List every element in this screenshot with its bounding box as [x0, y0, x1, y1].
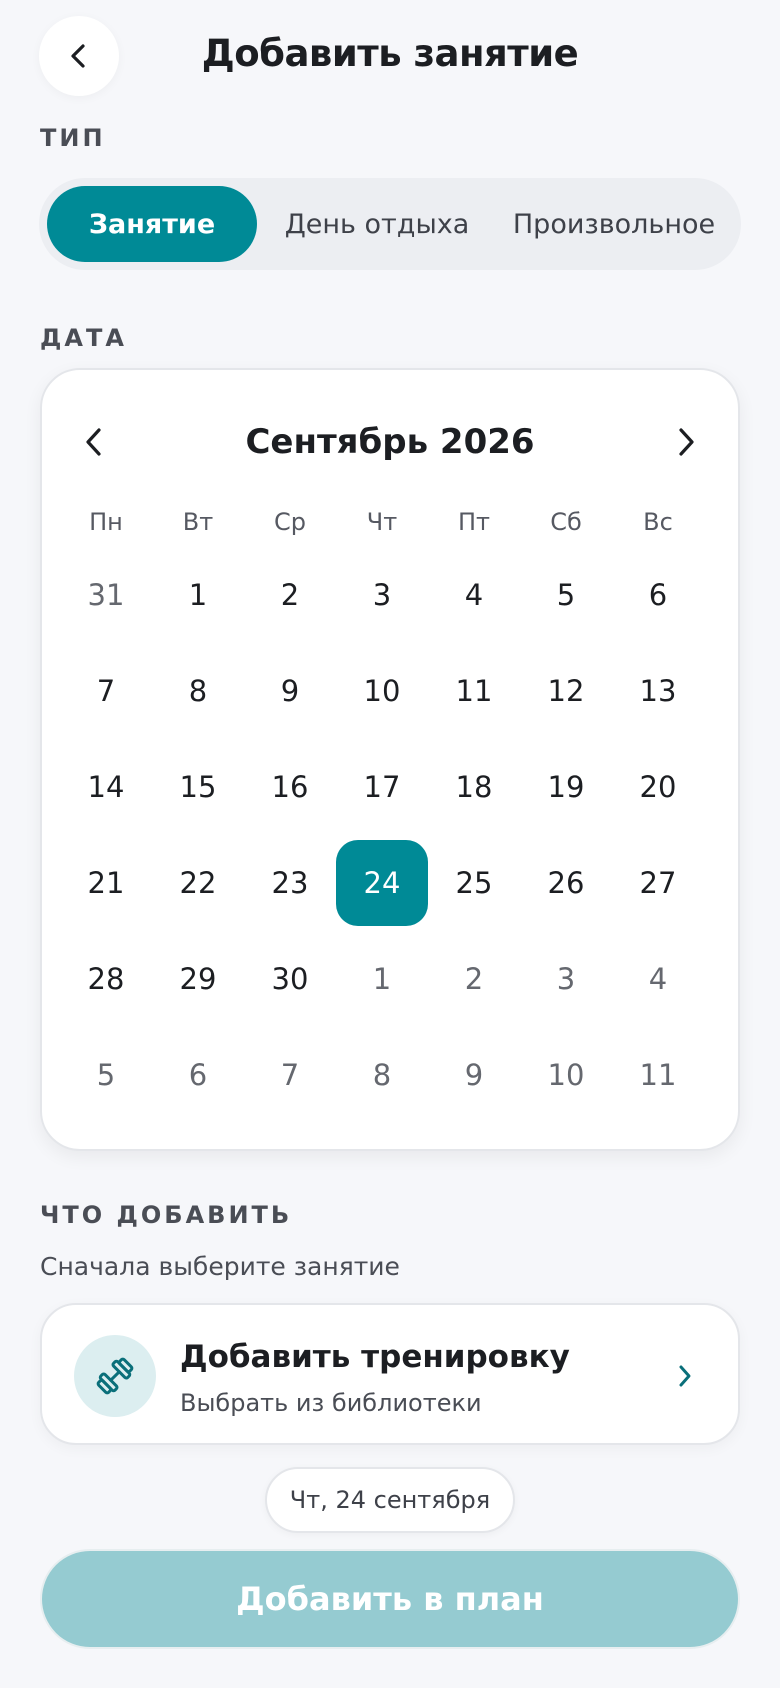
type-option-rest-day[interactable]: День отдыха: [261, 186, 493, 262]
add-workout-subtitle: Выбрать из библиотеки: [180, 1389, 482, 1417]
add-activity-screen: Добавить занятие ТИП Занятие День отдыха…: [0, 0, 780, 1688]
calendar-day-outside-month[interactable]: 4: [612, 936, 704, 1022]
calendar-day[interactable]: 29: [152, 936, 244, 1022]
add-to-plan-button[interactable]: Добавить в план: [40, 1549, 740, 1649]
calendar-day[interactable]: 13: [612, 648, 704, 734]
add-workout-title: Добавить тренировку: [180, 1339, 570, 1375]
calendar-day-outside-month[interactable]: 3: [520, 936, 612, 1022]
calendar-day-outside-month[interactable]: 2: [428, 936, 520, 1022]
calendar-day[interactable]: 21: [60, 840, 152, 926]
weekday-label: Вт: [182, 508, 214, 536]
calendar-day-outside-month[interactable]: 10: [520, 1032, 612, 1118]
calendar-month-title: Сентябрь 2026: [245, 422, 535, 462]
calendar-day[interactable]: 11: [428, 648, 520, 734]
page-title: Добавить занятие: [201, 32, 579, 75]
weekday-label: Сб: [550, 508, 582, 536]
next-month-button[interactable]: [664, 420, 708, 464]
calendar-day[interactable]: 27: [612, 840, 704, 926]
calendar-day[interactable]: 28: [60, 936, 152, 1022]
calendar-day-outside-month[interactable]: 31: [60, 552, 152, 638]
type-option-custom[interactable]: Произвольное: [491, 186, 737, 262]
calendar-day[interactable]: 30: [244, 936, 336, 1022]
calendar-day[interactable]: 23: [244, 840, 336, 926]
calendar-day[interactable]: 15: [152, 744, 244, 830]
calendar-day[interactable]: 7: [60, 648, 152, 734]
calendar-day[interactable]: 9: [244, 648, 336, 734]
calendar-day[interactable]: 26: [520, 840, 612, 926]
calendar-day-outside-month[interactable]: 5: [60, 1032, 152, 1118]
date-section-label: ДАТА: [40, 324, 127, 352]
select-activity-hint: Сначала выберите занятие: [40, 1252, 400, 1281]
calendar-day-outside-month[interactable]: 1: [336, 936, 428, 1022]
calendar-day[interactable]: 18: [428, 744, 520, 830]
calendar-day-outside-month[interactable]: 7: [244, 1032, 336, 1118]
calendar-day[interactable]: 5: [520, 552, 612, 638]
type-section-label: ТИП: [40, 124, 106, 152]
weekday-label: Ср: [274, 508, 306, 536]
chevron-right-icon: [679, 428, 694, 456]
weekday-label: Пн: [89, 508, 123, 536]
calendar: Сентябрь 2026 Пн Вт Ср Чт Пт Сб Вс 31 1 2 3…: [40, 368, 740, 1151]
calendar-day[interactable]: 25: [428, 840, 520, 926]
calendar-day[interactable]: 20: [612, 744, 704, 830]
calendar-day[interactable]: 8: [152, 648, 244, 734]
workout-icon-container: [74, 1335, 156, 1417]
type-option-activity[interactable]: Занятие: [47, 186, 257, 262]
calendar-day[interactable]: 16: [244, 744, 336, 830]
calendar-day[interactable]: 19: [520, 744, 612, 830]
weekday-label: Пт: [457, 508, 491, 536]
weekday-label: Вс: [643, 508, 673, 536]
calendar-day[interactable]: 4: [428, 552, 520, 638]
calendar-day[interactable]: 6: [612, 552, 704, 638]
calendar-day[interactable]: 3: [336, 552, 428, 638]
calendar-day-outside-month[interactable]: 6: [152, 1032, 244, 1118]
add-workout-card[interactable]: Добавить тренировку Выбрать из библиотек…: [40, 1303, 740, 1445]
calendar-day-outside-month[interactable]: 9: [428, 1032, 520, 1118]
calendar-day[interactable]: 17: [336, 744, 428, 830]
add-section-label: ЧТО ДОБАВИТЬ: [40, 1201, 293, 1229]
calendar-day-outside-month[interactable]: 11: [612, 1032, 704, 1118]
type-segmented-control: Занятие День отдыха Произвольное: [39, 178, 741, 270]
calendar-day[interactable]: 14: [60, 744, 152, 830]
calendar-day-outside-month[interactable]: 8: [336, 1032, 428, 1118]
calendar-day[interactable]: 2: [244, 552, 336, 638]
calendar-day[interactable]: 12: [520, 648, 612, 734]
calendar-day[interactable]: 1: [152, 552, 244, 638]
chevron-right-icon: [670, 1361, 700, 1391]
calendar-day-selected[interactable]: 24: [336, 840, 428, 926]
calendar-day[interactable]: 10: [336, 648, 428, 734]
weekday-label: Чт: [366, 508, 398, 536]
selected-date-chip: Чт, 24 сентября: [265, 1467, 515, 1533]
calendar-day[interactable]: 22: [152, 840, 244, 926]
dumbbell-icon: [96, 1357, 134, 1395]
